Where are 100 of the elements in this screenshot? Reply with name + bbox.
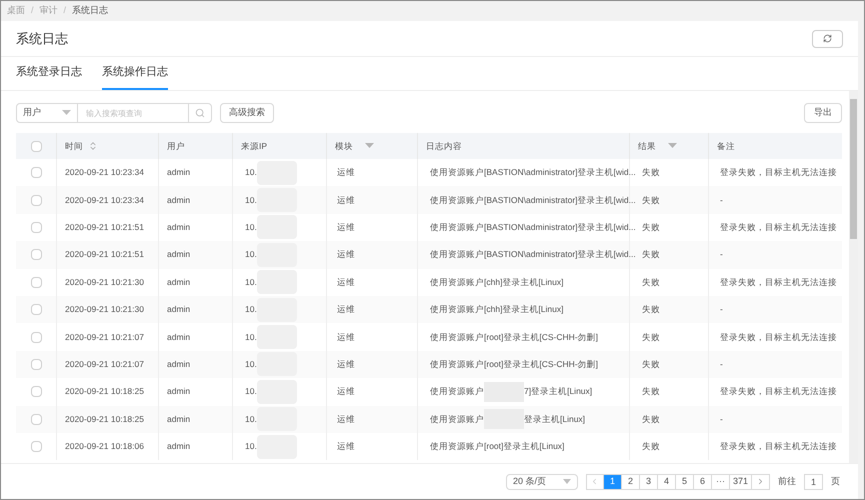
table-cell: 10.: [245, 303, 257, 316]
checkbox[interactable]: [30, 414, 42, 425]
table-cell: 使用资源账户[BASTION\administrator]登录主机[wid...: [430, 166, 636, 180]
table-cell: 2020-09-21 10:21:30: [65, 276, 144, 289]
table-cell: 2020-09-21 10:21:07: [65, 358, 144, 371]
breadcrumb-separator: /: [64, 4, 66, 18]
table-cell: 运维: [337, 194, 355, 206]
table-cell: 10.: [245, 194, 257, 206]
table-cell: 2020-09-21 10:18:25: [65, 385, 144, 398]
table-cell: -: [720, 412, 723, 426]
refresh-button[interactable]: [812, 30, 843, 48]
table-cell: 失败: [642, 358, 660, 371]
table-cell: 登录失败，目标主机无法连接: [720, 221, 837, 234]
tab[interactable]: 系统操作日志: [102, 56, 168, 90]
table-cell: 失败: [642, 194, 660, 206]
table-cell: 失败: [642, 166, 660, 180]
breadcrumb-item: 系统日志: [72, 4, 108, 18]
table-cell: 运维: [337, 221, 355, 234]
table-cell: 登录主机[Linux]: [524, 412, 586, 426]
table-cell: 失败: [642, 412, 660, 426]
sort-icon[interactable]: [88, 141, 98, 151]
tab[interactable]: 系统登录日志: [16, 56, 82, 90]
checkbox[interactable]: [30, 140, 42, 152]
search-button[interactable]: [188, 103, 212, 123]
table-cell: admin: [167, 221, 190, 234]
column-header: 日志内容: [426, 140, 462, 152]
breadcrumb-separator: /: [31, 4, 34, 18]
checkbox[interactable]: [30, 222, 42, 233]
table-cell: admin: [167, 276, 190, 289]
filter-caret-icon[interactable]: [668, 143, 677, 149]
prev-page-button[interactable]: [586, 474, 604, 490]
table-cell: 10.: [245, 358, 257, 371]
table-cell: 运维: [337, 358, 355, 371]
table-cell: admin: [167, 440, 190, 453]
table-cell: 使用资源账户[BASTION\administrator]登录主机[wid...: [430, 221, 636, 234]
table-cell: -: [720, 303, 723, 316]
table-cell: 运维: [337, 303, 355, 316]
export-button[interactable]: 导出: [804, 103, 842, 123]
table-cell: 失败: [642, 330, 660, 344]
scrollbar[interactable]: [849, 91, 858, 463]
checkbox[interactable]: [30, 249, 42, 260]
advanced-search-button[interactable]: 高级搜索: [220, 103, 274, 123]
page-button[interactable]: 5: [676, 474, 694, 490]
table-cell: -: [720, 358, 723, 371]
search-icon: [195, 108, 205, 118]
table-cell: 2020-09-21 10:18:25: [65, 412, 144, 426]
table-cell: admin: [167, 303, 190, 316]
checkbox[interactable]: [30, 276, 42, 288]
refresh-icon: [823, 34, 832, 43]
page-button[interactable]: 371: [730, 474, 752, 490]
caret-icon: [562, 479, 571, 484]
checkbox[interactable]: [30, 332, 42, 343]
next-page-button[interactable]: [752, 474, 770, 490]
page-button[interactable]: 4: [658, 474, 676, 490]
table-cell: admin: [167, 358, 190, 371]
search-input[interactable]: 输入搜索项查询: [78, 103, 188, 123]
table-cell: 10.: [245, 276, 257, 289]
page-size-select[interactable]: 20 条/页: [506, 474, 578, 490]
table-cell: 运维: [337, 248, 355, 262]
page-button[interactable]: 3: [640, 474, 658, 490]
chevron-right-icon: [756, 477, 765, 486]
table-cell: admin: [167, 412, 190, 426]
filter-caret-icon[interactable]: [365, 143, 374, 149]
search-field-select[interactable]: 用户: [16, 103, 78, 123]
table-cell: 失败: [642, 276, 660, 289]
column-header: 结果: [638, 140, 656, 152]
column-header: 时间: [65, 140, 83, 152]
checkbox[interactable]: [30, 358, 42, 370]
table-cell: 使用资源账户: [430, 412, 484, 426]
table-cell: admin: [167, 385, 190, 398]
table-cell: 失败: [642, 248, 660, 262]
table-cell: 失败: [642, 303, 660, 316]
table-cell: 登录失败，目标主机无法连接: [720, 330, 837, 344]
table-cell: 2020-09-21 10:21:51: [65, 248, 144, 262]
page-button[interactable]: ···: [712, 474, 730, 490]
table-cell: 2020-09-21 10:18:06: [65, 440, 144, 453]
checkbox[interactable]: [30, 304, 42, 316]
table-cell: 2020-09-21 10:21:07: [65, 330, 144, 344]
table-cell: 登录失败，目标主机无法连接: [720, 166, 837, 180]
table-cell: admin: [167, 166, 190, 180]
page-button[interactable]: 6: [694, 474, 712, 490]
table-cell: 运维: [337, 385, 355, 398]
checkbox[interactable]: [30, 386, 42, 398]
table-cell: 运维: [337, 330, 355, 344]
checkbox[interactable]: [30, 194, 42, 206]
table-cell: 10.: [245, 385, 257, 398]
table-cell: 10.: [245, 248, 257, 262]
page-button[interactable]: 2: [622, 474, 640, 490]
checkbox[interactable]: [30, 441, 42, 452]
table-cell: 10.: [245, 330, 257, 344]
table-cell: -: [720, 194, 723, 206]
table-cell: 登录失败，目标主机无法连接: [720, 276, 837, 289]
table-cell: 运维: [337, 412, 355, 426]
page-suffix: 页: [831, 474, 840, 488]
table-cell: 2020-09-21 10:23:34: [65, 166, 144, 180]
column-header: 用户: [167, 140, 185, 152]
checkbox[interactable]: [30, 167, 42, 178]
goto-page-input[interactable]: 1: [804, 474, 823, 490]
table-cell: admin: [167, 248, 190, 262]
table-cell: 登录失败，目标主机无法连接: [720, 385, 837, 398]
